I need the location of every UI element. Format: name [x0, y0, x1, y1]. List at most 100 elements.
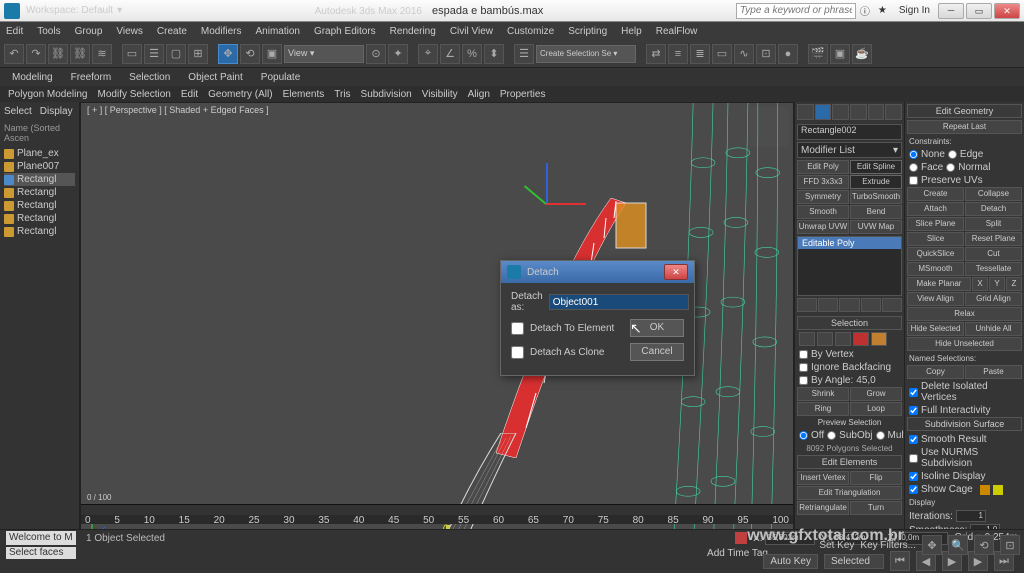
isoline-check[interactable]	[909, 472, 918, 481]
menu-edit[interactable]: Edit	[6, 26, 23, 37]
subobj-vertex-icon[interactable]	[799, 332, 815, 346]
tab-display[interactable]: Display	[40, 106, 73, 117]
window-crossing-button[interactable]: ⊞	[188, 44, 208, 64]
undo-button[interactable]: ↶	[4, 44, 24, 64]
manipulate-button[interactable]: ✦	[388, 44, 408, 64]
unlink-button[interactable]: ⛓	[70, 44, 90, 64]
menu-realflow[interactable]: RealFlow	[656, 26, 698, 37]
panel-edit[interactable]: Edit	[181, 89, 198, 100]
rollout-subdiv[interactable]: Subdivision Surface	[907, 417, 1022, 431]
tab-motion-icon[interactable]	[850, 104, 867, 120]
tree-header[interactable]: Name (Sorted Ascen	[4, 123, 75, 143]
ignoreback-check[interactable]	[799, 363, 808, 372]
subobj-element-icon[interactable]	[871, 332, 887, 346]
flip-button[interactable]: Flip	[850, 471, 902, 485]
pivot-button[interactable]: ⊙	[366, 44, 386, 64]
planar-y-button[interactable]: Y	[989, 277, 1005, 291]
tab-create-icon[interactable]	[797, 104, 814, 120]
mod-bend[interactable]: Bend	[850, 205, 902, 219]
nav-pan-icon[interactable]: ✥	[922, 535, 942, 555]
ribbon-modeling[interactable]: Modeling	[12, 72, 53, 83]
sliceplane-button[interactable]: Slice Plane	[907, 217, 964, 231]
menu-animation[interactable]: Animation	[255, 26, 299, 37]
tree-item[interactable]: Rectangl	[4, 186, 75, 199]
create-button[interactable]: Create	[907, 187, 964, 201]
dialog-close-button[interactable]: ✕	[664, 264, 688, 280]
hideunsel-button[interactable]: Hide Unselected	[907, 337, 1022, 351]
preview-multi-radio[interactable]	[876, 431, 885, 440]
object-name-field[interactable]: Rectangle002	[797, 124, 902, 140]
mod-unwrap[interactable]: Unwrap UVW	[797, 220, 849, 234]
rollout-editgeo[interactable]: Edit Geometry	[907, 104, 1022, 118]
toggle-ribbon-button[interactable]: ▭	[712, 44, 732, 64]
detach-element-check[interactable]	[511, 322, 524, 335]
tessellate-button[interactable]: Tessellate	[965, 262, 1022, 276]
edittri-button[interactable]: Edit Triangulation	[797, 486, 902, 500]
move-button[interactable]: ✥	[218, 44, 238, 64]
attach-button[interactable]: Attach	[907, 202, 964, 216]
menu-civilview[interactable]: Civil View	[450, 26, 493, 37]
tab-display-icon[interactable]	[868, 104, 885, 120]
curve-editor-button[interactable]: ∿	[734, 44, 754, 64]
rollout-editelements[interactable]: Edit Elements	[797, 455, 902, 469]
unique-icon[interactable]	[839, 298, 859, 312]
mod-turbosmooth[interactable]: TurboSmooth	[850, 190, 902, 204]
workspace-label[interactable]: Workspace: Default	[26, 5, 113, 16]
constraint-none-radio[interactable]	[909, 150, 918, 159]
menu-modifiers[interactable]: Modifiers	[201, 26, 242, 37]
detach-button[interactable]: Detach	[965, 202, 1022, 216]
nurms-check[interactable]	[909, 454, 918, 463]
collapse-button[interactable]: Collapse	[965, 187, 1022, 201]
byangle-check[interactable]	[799, 376, 808, 385]
ribbon-objectpaint[interactable]: Object Paint	[188, 72, 242, 83]
named-sel-button[interactable]: ☰	[514, 44, 534, 64]
menu-tools[interactable]: Tools	[37, 26, 60, 37]
timeline[interactable]: 0 / 100 05101520253035404550556065707580…	[81, 504, 793, 524]
spinner-snap-button[interactable]: ⬍	[484, 44, 504, 64]
nav-orbit-icon[interactable]: ⟲	[974, 535, 994, 555]
tree-item[interactable]: Rectangl	[4, 225, 75, 238]
slice-button[interactable]: Slice	[907, 232, 964, 246]
redo-button[interactable]: ↷	[26, 44, 46, 64]
panel-modsel[interactable]: Modify Selection	[98, 89, 171, 100]
loop-button[interactable]: Loop	[850, 402, 902, 416]
tab-modify-icon[interactable]	[815, 104, 832, 120]
hidesel-button[interactable]: Hide Selected	[907, 322, 964, 336]
menu-grapheditors[interactable]: Graph Editors	[314, 26, 376, 37]
makeplanar-button[interactable]: Make Planar	[907, 277, 971, 291]
subobj-border-icon[interactable]	[835, 332, 851, 346]
info-icon[interactable]: ⓘ	[860, 3, 870, 18]
ribbon-populate[interactable]: Populate	[261, 72, 300, 83]
tree-item[interactable]: Rectangl	[4, 212, 75, 225]
ribbon-freeform[interactable]: Freeform	[71, 72, 112, 83]
angle-snap-button[interactable]: ∠	[440, 44, 460, 64]
deliso-check[interactable]	[909, 388, 918, 397]
detach-clone-check[interactable]	[511, 346, 524, 359]
modifier-stack[interactable]: Editable Poly	[797, 236, 902, 296]
align-button[interactable]: ≡	[668, 44, 688, 64]
pin-stack-icon[interactable]	[797, 298, 817, 312]
named-sel-dropdown[interactable]: Create Selection Se ▾	[536, 45, 636, 63]
quickslice-button[interactable]: QuickSlice	[907, 247, 964, 261]
select-rect-button[interactable]: ▢	[166, 44, 186, 64]
rollout-selection[interactable]: Selection	[797, 316, 902, 330]
mod-symmetry[interactable]: Symmetry	[797, 190, 849, 204]
turn-button[interactable]: Turn	[850, 501, 902, 515]
menu-rendering[interactable]: Rendering	[390, 26, 436, 37]
cut-button[interactable]: Cut	[965, 247, 1022, 261]
relax-button[interactable]: Relax	[907, 307, 1022, 321]
tree-item[interactable]: Plane007	[4, 160, 75, 173]
msmooth-button[interactable]: MSmooth	[907, 262, 964, 276]
rotate-button[interactable]: ⟲	[240, 44, 260, 64]
resetplane-button[interactable]: Reset Plane	[965, 232, 1022, 246]
tab-hierarchy-icon[interactable]	[832, 104, 849, 120]
refcoord-dropdown[interactable]: View ▾	[284, 45, 364, 63]
bind-button[interactable]: ≋	[92, 44, 112, 64]
schematic-button[interactable]: ⊡	[756, 44, 776, 64]
star-icon[interactable]: ★	[878, 5, 887, 16]
constraint-normal-radio[interactable]	[946, 163, 955, 172]
planar-x-button[interactable]: X	[972, 277, 988, 291]
cancel-button[interactable]: Cancel	[630, 343, 684, 361]
mirror-button[interactable]: ⇄	[646, 44, 666, 64]
mod-ffd[interactable]: FFD 3x3x3	[797, 175, 849, 189]
